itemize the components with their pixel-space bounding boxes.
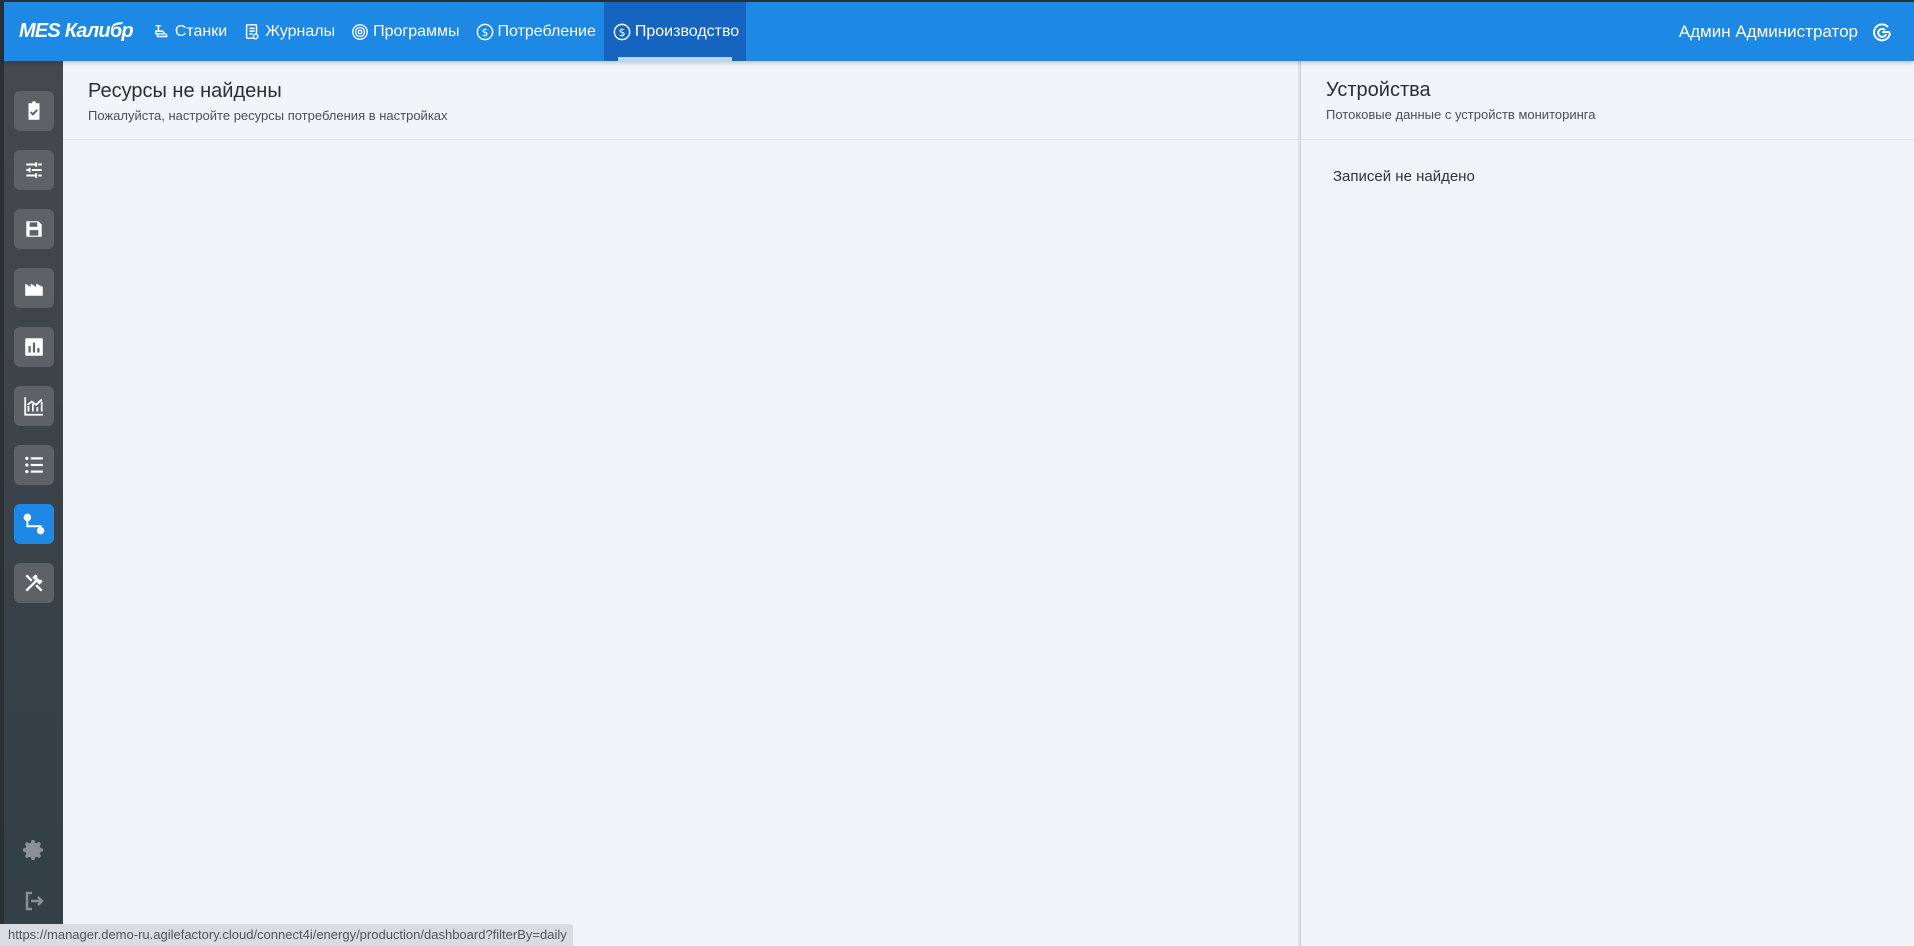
sidebar-item-list[interactable]: [14, 445, 54, 485]
sidebar-item-line-chart[interactable]: [14, 386, 54, 426]
sidebar-item-factory[interactable]: [14, 268, 54, 308]
sidebar-item-bar-chart[interactable]: [14, 327, 54, 367]
sign-out-icon: [25, 891, 44, 911]
devices-empty-message: Записей не найдено: [1333, 168, 1475, 185]
dollar-icon: $: [476, 23, 493, 40]
gear-icon: [23, 840, 43, 860]
app-frame: MES Калибр Станки Журналы Программы $ По…: [4, 2, 1914, 946]
sidebar-item-save[interactable]: [14, 209, 54, 249]
list-icon: [25, 456, 43, 474]
resources-panel: Ресурсы не найдены Пожалуйста, настройте…: [63, 61, 1298, 946]
resources-title: Ресурсы не найдены: [88, 80, 282, 102]
nav-journals[interactable]: Журналы: [235, 2, 343, 61]
resources-panel-header: Ресурсы не найдены Пожалуйста, настройте…: [63, 61, 1298, 140]
user-name[interactable]: Админ Администратор: [1679, 22, 1858, 42]
devices-subtitle: Потоковые данные с устройств мониторинга: [1326, 107, 1596, 122]
machine-icon: [154, 24, 168, 37]
browser-status-url: https://manager.demo-ru.agilefactory.clo…: [0, 924, 573, 946]
sidebar-logout[interactable]: [22, 889, 46, 913]
nav-machines[interactable]: Станки: [145, 2, 235, 61]
brand-logo[interactable]: MES Калибр: [4, 2, 145, 61]
nav-production[interactable]: $ Производство: [603, 2, 747, 61]
devices-panel-header: Устройства Потоковые данные с устройств …: [1301, 61, 1914, 140]
tools-icon: [25, 574, 43, 592]
factory-icon: [25, 283, 43, 296]
bar-chart-icon: [25, 338, 43, 356]
dollar-icon: $: [613, 23, 631, 40]
main-nav: Станки Журналы Программы $ Потребление $…: [145, 2, 747, 61]
devices-title: Устройства: [1326, 79, 1431, 101]
journal-icon: [246, 23, 259, 39]
top-navbar: MES Калибр Станки Журналы Программы $ По…: [4, 2, 1914, 61]
nav-programs[interactable]: Программы: [343, 2, 467, 61]
sidebar-item-tasks[interactable]: [14, 91, 54, 131]
resources-subtitle: Пожалуйста, настройте ресурсы потреблени…: [88, 108, 448, 123]
svg-text:$: $: [481, 26, 488, 39]
sidebar-item-workflow[interactable]: [14, 504, 54, 544]
nav-programs-label: Программы: [373, 22, 460, 40]
user-menu[interactable]: Админ Администратор: [1679, 2, 1914, 61]
save-icon: [26, 221, 42, 237]
nav-journals-label: Журналы: [265, 22, 336, 40]
sidebar-item-tools[interactable]: [14, 563, 54, 603]
clipboard-check-icon: [28, 101, 40, 120]
nav-production-label: Производство: [634, 22, 740, 40]
sidebar-item-settings-sliders[interactable]: [14, 150, 54, 190]
nav-consumption[interactable]: $ Потребление: [468, 2, 604, 61]
nav-consumption-label: Потребление: [497, 22, 596, 40]
line-chart-icon: [24, 397, 43, 416]
sliders-icon: [26, 162, 42, 178]
sidebar: [4, 61, 63, 946]
workflow-icon: [23, 513, 45, 535]
devices-panel: Устройства Потоковые данные с устройств …: [1300, 61, 1914, 946]
svg-text:$: $: [618, 26, 625, 39]
target-icon: [352, 23, 368, 40]
nav-machines-label: Станки: [174, 22, 228, 40]
logout-swirl-icon[interactable]: [1872, 22, 1892, 42]
sidebar-settings[interactable]: [22, 838, 46, 862]
